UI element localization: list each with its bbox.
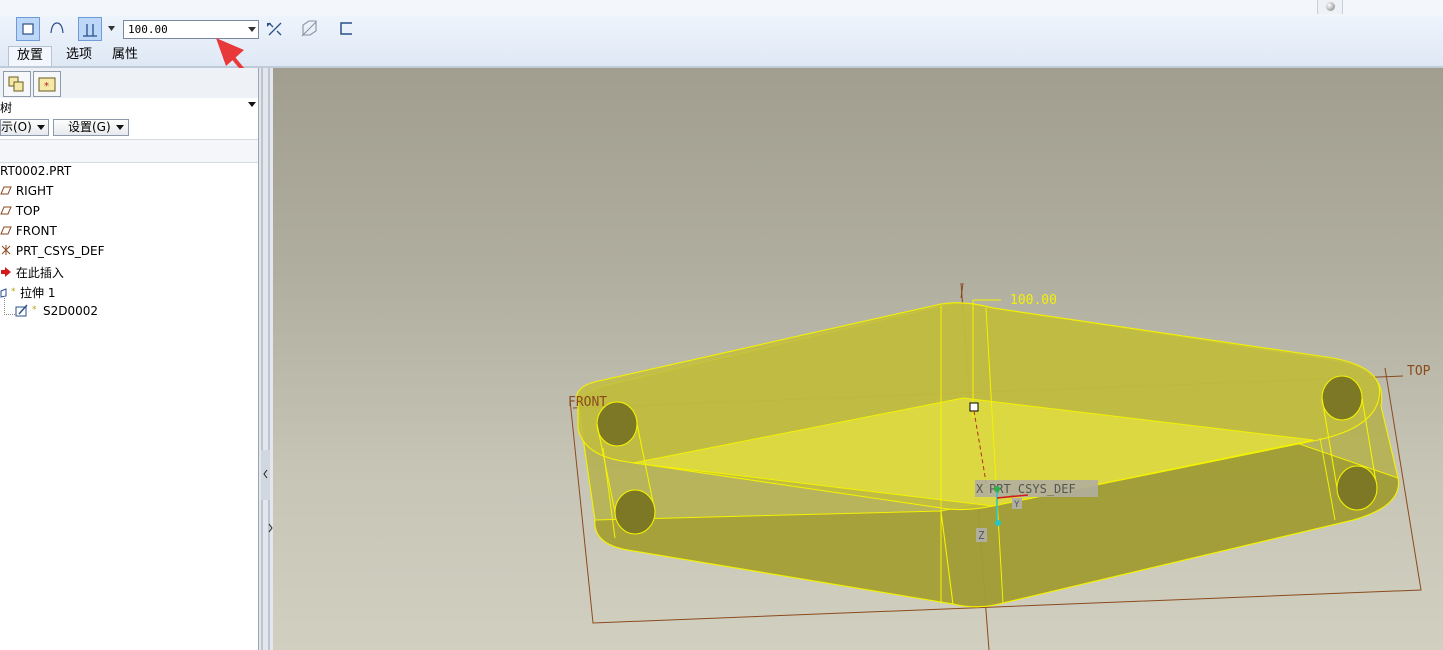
status-indicator[interactable] bbox=[1317, 0, 1343, 14]
tree-column-header bbox=[0, 139, 258, 163]
tree-item-label: TOP bbox=[15, 204, 40, 218]
svg-text:100.00: 100.00 bbox=[1010, 293, 1057, 308]
tree-item-label: PRT_CSYS_DEF bbox=[15, 244, 105, 258]
tree-item-label: S2D0002 bbox=[43, 304, 99, 318]
svg-text:X: X bbox=[976, 482, 984, 496]
tree-item-csys[interactable]: PRT_CSYS_DEF bbox=[0, 244, 105, 258]
show-button[interactable]: 示(O) bbox=[0, 119, 49, 136]
tree-item-part[interactable]: RT0002.PRT bbox=[0, 164, 71, 178]
thicken-icon bbox=[340, 22, 352, 35]
status-ball-icon bbox=[1326, 2, 1335, 11]
splitter-line bbox=[268, 68, 270, 650]
tree-header[interactable]: 树 bbox=[0, 99, 12, 116]
tree-item-right[interactable]: RIGHT bbox=[0, 184, 53, 198]
depth-value-text: 100.00 bbox=[128, 23, 168, 36]
datum-plane-icon bbox=[0, 226, 12, 235]
tab-model-tree[interactable] bbox=[3, 71, 31, 97]
tree-item-label: RT0002.PRT bbox=[0, 164, 72, 178]
model-tree-panel: * 树 示(O) 设置(G) RT0002.PRT RIGHT TOP FRON… bbox=[0, 68, 259, 650]
tab-options[interactable]: 选项 bbox=[58, 46, 100, 66]
graphics-viewport[interactable]: 100.00 FRONT TOP X PRT_CSYS_DEF Y Z bbox=[273, 68, 1443, 650]
tree-item-sketch[interactable]: * S2D0002 bbox=[15, 304, 98, 318]
thicken-sketch-button[interactable] bbox=[335, 17, 359, 41]
chevron-down-icon bbox=[248, 27, 256, 32]
sketch-icon: * bbox=[15, 304, 37, 317]
tab-placement-label: 放置 bbox=[17, 48, 44, 63]
window-top-strip bbox=[0, 0, 1443, 16]
tree-item-label: FRONT bbox=[15, 224, 57, 238]
svg-text:Y: Y bbox=[1014, 500, 1020, 510]
insert-arrow-icon bbox=[1, 267, 11, 277]
svg-text:PRT_CSYS_DEF: PRT_CSYS_DEF bbox=[989, 482, 1076, 496]
collapse-handle[interactable] bbox=[261, 450, 270, 500]
tab-options-label: 选项 bbox=[66, 47, 93, 62]
tree-item-insert-here[interactable]: 在此插入 bbox=[0, 264, 64, 281]
folder-star-icon: * bbox=[38, 77, 56, 92]
settings-button[interactable]: 设置(G) bbox=[53, 119, 129, 136]
tree-header-label: 树 bbox=[0, 101, 13, 115]
depth-dropdown-arrow-icon[interactable] bbox=[107, 25, 117, 33]
datum-plane-icon bbox=[0, 186, 12, 195]
drag-handle[interactable] bbox=[969, 402, 979, 412]
depth-option-button[interactable] bbox=[78, 17, 102, 41]
tab-placement[interactable]: 放置 bbox=[8, 46, 53, 66]
remove-material-button[interactable] bbox=[298, 17, 322, 41]
navigator-tabs: * bbox=[0, 68, 258, 98]
remove-material-icon bbox=[301, 20, 317, 37]
tab-properties[interactable]: 属性 bbox=[104, 46, 146, 66]
panel-splitter[interactable] bbox=[259, 68, 273, 650]
splitter-line bbox=[261, 68, 263, 650]
tab-folder-browser[interactable]: * bbox=[33, 71, 61, 97]
csys-icon bbox=[1, 245, 11, 255]
svg-text:Z: Z bbox=[978, 529, 985, 542]
model-tree-icon bbox=[8, 76, 24, 92]
surface-button[interactable] bbox=[46, 17, 70, 41]
show-button-label: 示(O) bbox=[1, 120, 32, 134]
top-plane-label: TOP bbox=[1407, 364, 1431, 379]
chevron-left-icon bbox=[263, 469, 268, 479]
solid-button[interactable] bbox=[16, 17, 40, 41]
show-dropdown-icon bbox=[37, 125, 45, 130]
tree-item-top[interactable]: TOP bbox=[0, 204, 40, 218]
extrude-preview[interactable]: 100.00 FRONT TOP X PRT_CSYS_DEF Y Z bbox=[273, 68, 1443, 650]
blind-depth-icon bbox=[83, 24, 97, 37]
tab-properties-label: 属性 bbox=[112, 47, 139, 62]
solid-icon bbox=[22, 23, 34, 35]
tree-item-label: 拉伸 1 bbox=[20, 286, 56, 300]
tree-item-front[interactable]: FRONT bbox=[0, 224, 57, 238]
settings-button-label: 设置(G) bbox=[68, 120, 111, 134]
datum-plane-icon bbox=[0, 206, 12, 215]
tree-header-dropdown-icon[interactable] bbox=[248, 102, 257, 109]
front-plane-label: FRONT bbox=[568, 395, 607, 410]
surface-icon bbox=[50, 22, 64, 34]
tree-item-label: 在此插入 bbox=[15, 266, 64, 280]
tree-item-label: RIGHT bbox=[15, 184, 54, 198]
settings-dropdown-icon bbox=[116, 125, 124, 130]
svg-text:*: * bbox=[32, 305, 37, 315]
tree-connector bbox=[4, 296, 15, 315]
svg-text:*: * bbox=[44, 81, 49, 92]
